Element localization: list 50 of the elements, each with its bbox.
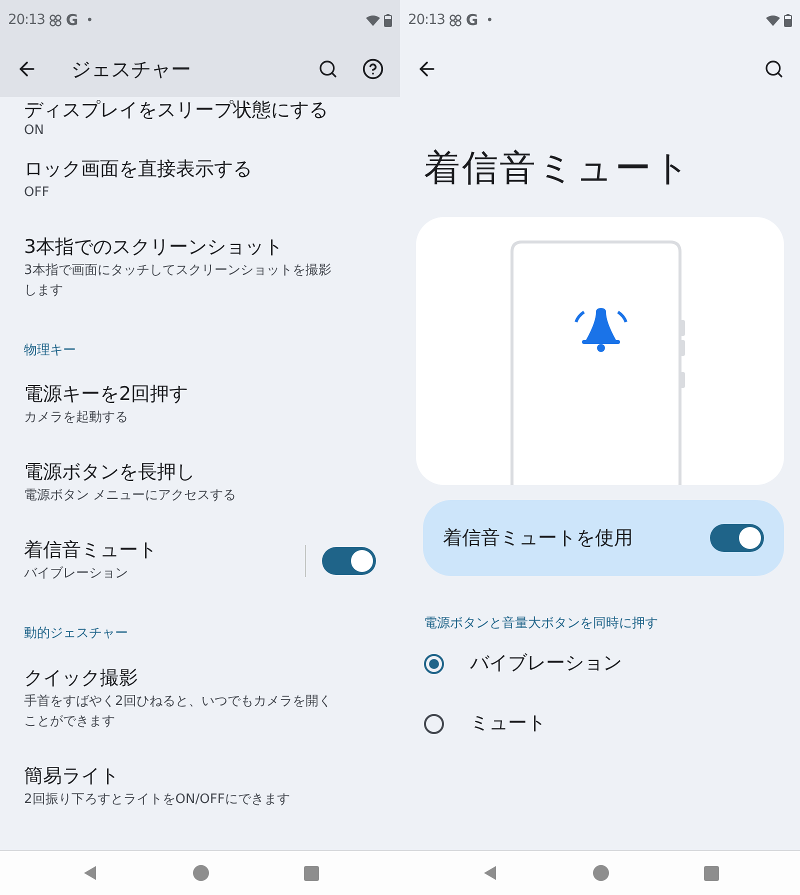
status-time: 20:13 <box>8 10 45 30</box>
toolbar-title: ジェスチャー <box>71 56 191 82</box>
setting-summary: 電源ボタン メニューにアクセスする <box>24 487 238 505</box>
setting-summary: OFF <box>24 184 50 202</box>
radio-button[interactable] <box>424 654 444 674</box>
radio-label[interactable]: ミュート <box>470 709 546 738</box>
setting-title[interactable]: 3本指でのスクリーンショット <box>24 234 344 258</box>
search-icon[interactable] <box>764 58 784 78</box>
section-header: 電源ボタンと音量大ボタンを同時に押す <box>423 615 659 633</box>
status-g: G <box>466 10 478 31</box>
main-switch-row[interactable]: 着信音ミュートを使用 <box>423 500 784 576</box>
radio-button[interactable] <box>424 714 444 734</box>
setting-summary: カメラを起動する <box>24 409 129 427</box>
setting-summary: 3本指で画面にタッチしてスクリーンショットを撮影します <box>24 262 332 300</box>
help-icon[interactable] <box>362 58 384 80</box>
setting-title[interactable]: 簡易ライト <box>24 764 344 788</box>
setting-summary: 手首をすばやく2回ひねると、いつでもカメラを開くことができます <box>24 692 332 730</box>
wifi-icon <box>766 14 780 26</box>
setting-title[interactable]: ディスプレイをスリープ状態にする <box>24 97 376 121</box>
main-switch-label: 着信音ミュートを使用 <box>443 526 634 551</box>
search-icon[interactable] <box>318 58 338 78</box>
section-header: 動的ジェスチャー <box>23 625 129 643</box>
battery-icon <box>384 14 392 26</box>
setting-title[interactable]: 着信音ミュート <box>24 538 273 562</box>
home-nav-icon[interactable] <box>592 865 608 881</box>
section-header: 物理キー <box>23 342 77 360</box>
home-nav-icon[interactable] <box>192 865 208 881</box>
setting-summary: 2回振り下ろすとライトをON/OFFにできます <box>24 790 291 808</box>
back-nav-icon[interactable] <box>82 865 98 881</box>
recents-nav-icon[interactable] <box>704 866 718 880</box>
fan-icon <box>448 14 462 26</box>
setting-title[interactable]: ロック画面を直接表示する <box>24 156 344 180</box>
status-time: 20:13 <box>408 10 445 30</box>
setting-summary: ON <box>24 122 45 140</box>
back-nav-icon[interactable] <box>482 865 498 881</box>
page-title: 着信音ミュート <box>423 147 693 191</box>
status-dot: • <box>486 12 494 29</box>
fan-icon <box>48 14 62 26</box>
radio-label[interactable]: バイブレーション <box>470 649 622 678</box>
status-g: G <box>66 10 78 31</box>
toggle-switch[interactable] <box>710 524 764 552</box>
setting-title[interactable]: 電源キーを2回押す <box>24 382 344 406</box>
setting-title[interactable]: クイック撮影 <box>24 666 344 690</box>
setting-title[interactable]: 電源ボタンを長押し <box>24 460 344 484</box>
wifi-icon <box>366 14 380 26</box>
recents-nav-icon[interactable] <box>304 866 318 880</box>
toggle-switch[interactable] <box>322 547 376 575</box>
battery-icon <box>784 14 792 26</box>
status-dot: • <box>86 12 94 29</box>
setting-summary: バイブレーション <box>24 565 129 583</box>
